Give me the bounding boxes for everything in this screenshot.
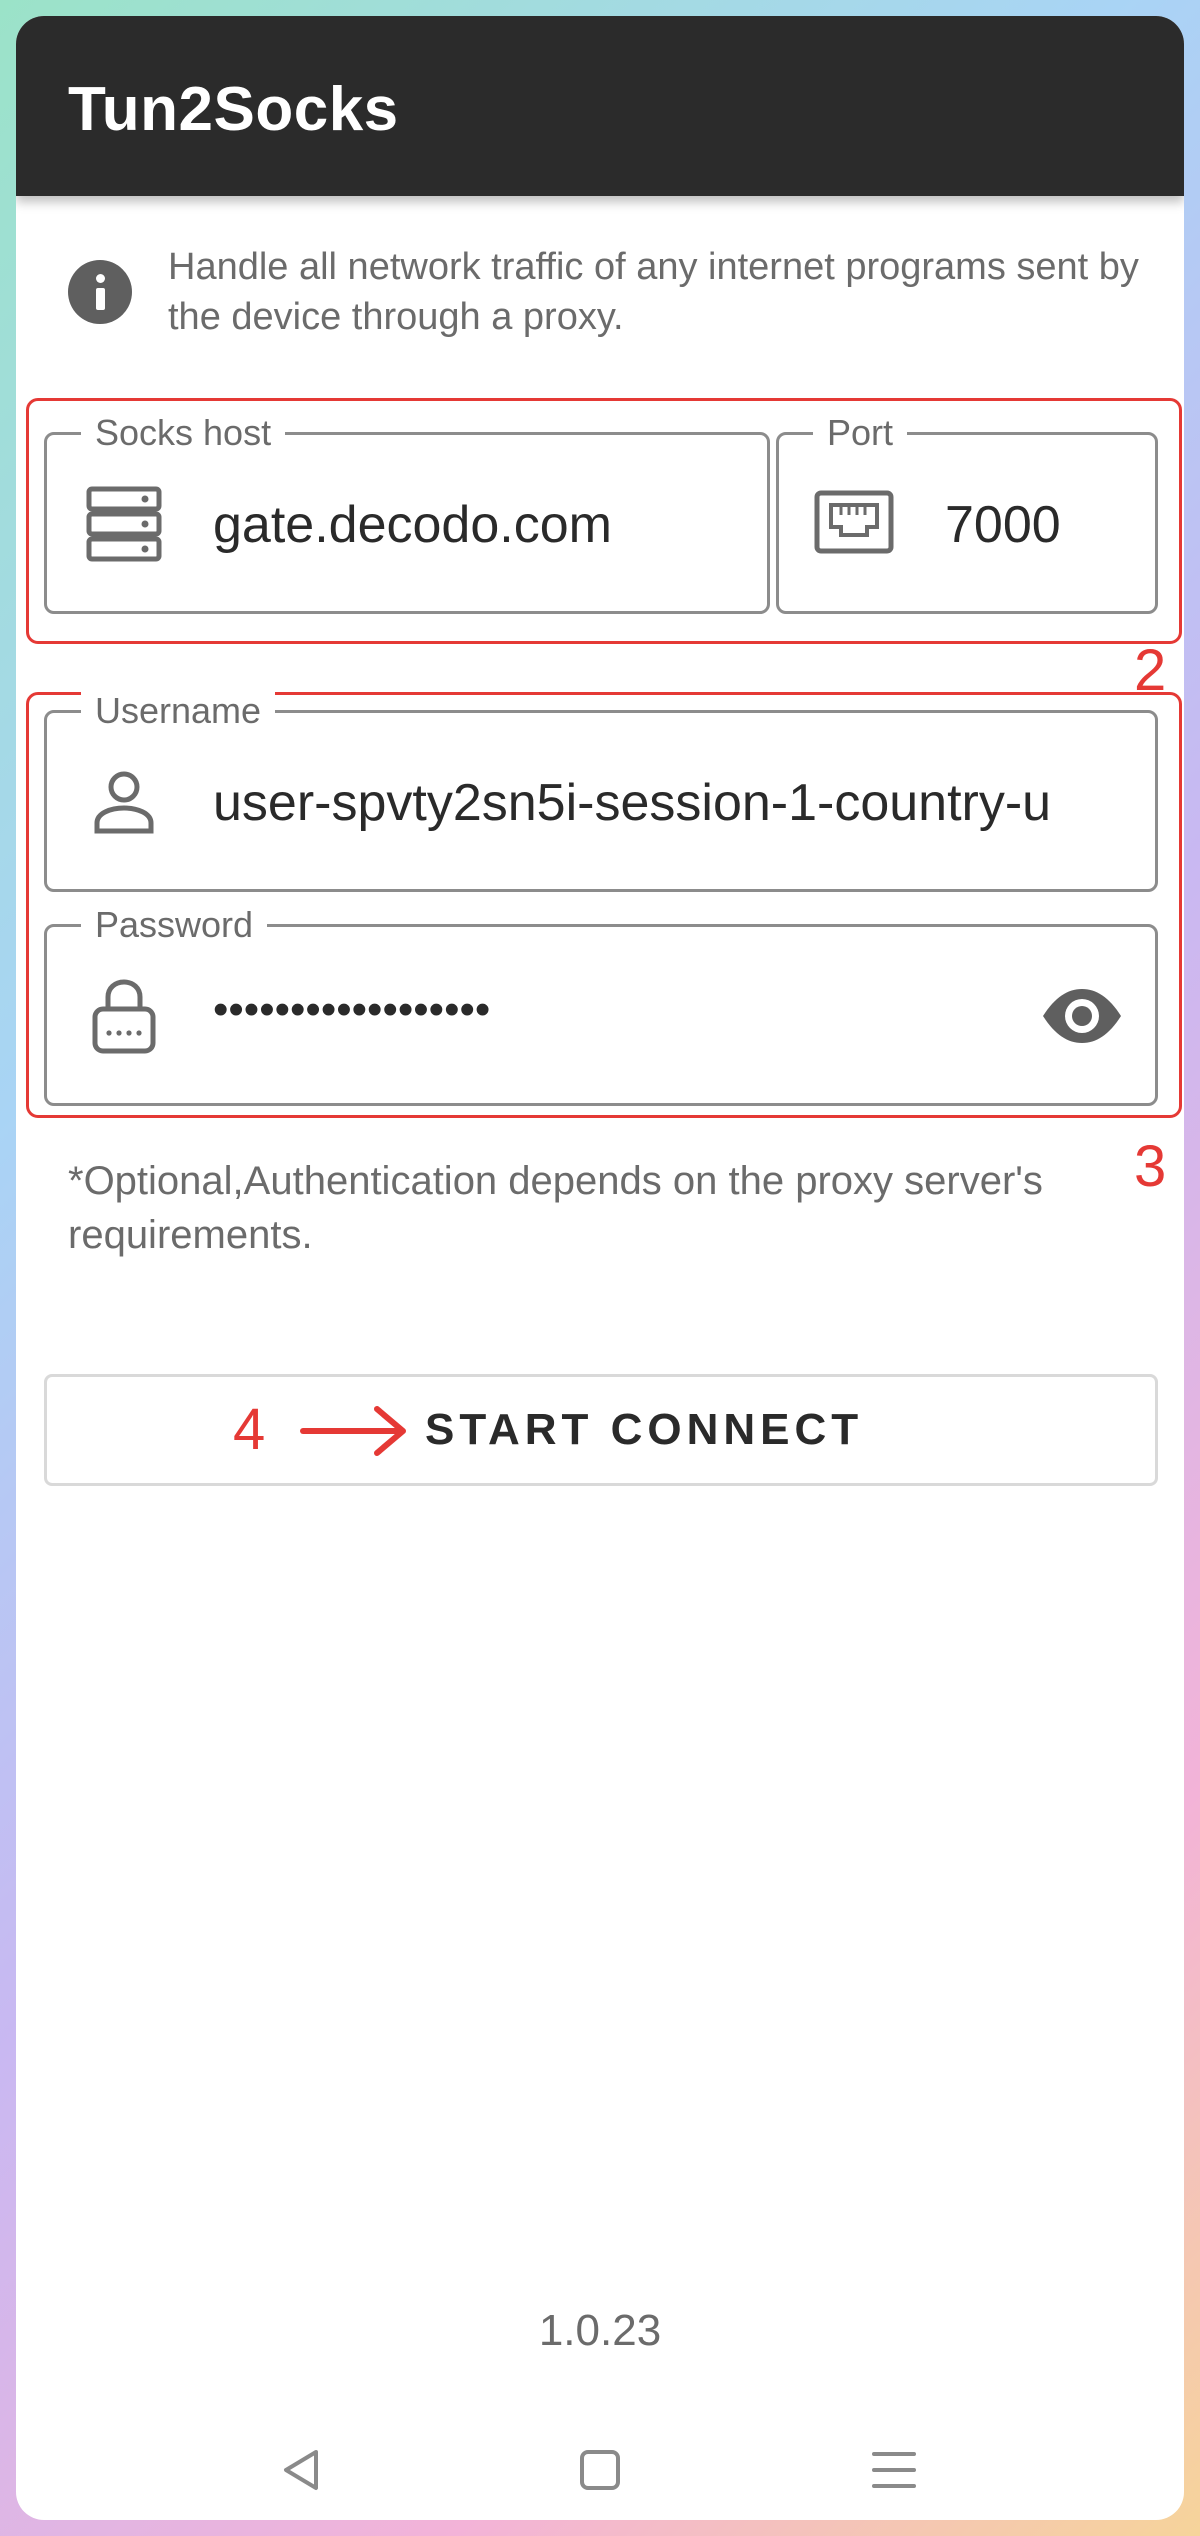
version-label: 1.0.23 <box>538 2306 662 2355</box>
eye-icon[interactable] <box>1037 971 1127 1061</box>
back-triangle-icon[interactable] <box>272 2440 332 2500</box>
server-icon <box>86 486 162 562</box>
home-square-icon[interactable] <box>570 2440 630 2500</box>
start-connect-label: START CONNECT <box>425 1405 864 1454</box>
phone-screen: Tun2Socks Handle all network traffic of … <box>16 16 1184 2520</box>
port-input[interactable]: 7000 <box>945 495 1135 555</box>
socks-host-input[interactable]: gate.decodo.com <box>213 495 753 555</box>
start-connect-button[interactable]: 4 START CONNECT <box>44 1374 1158 1486</box>
socks-host-field[interactable]: Socks host gate.decodo.com <box>44 409 770 614</box>
socks-host-label: Socks host <box>81 409 286 457</box>
password-field[interactable]: Password •••••••••••••••••• <box>44 901 1158 1106</box>
username-label: Username <box>81 687 276 735</box>
app-title: Tun2Socks <box>68 75 399 144</box>
lock-icon <box>92 979 156 1054</box>
info-icon <box>68 260 132 324</box>
annotation-number-4: 4 <box>233 1397 266 1462</box>
username-field[interactable]: Username user-spvty2sn5i-session-1-count… <box>44 687 1158 892</box>
arrow-right-icon <box>300 1406 406 1456</box>
app-bar: Tun2Socks <box>16 16 1184 196</box>
port-label: Port <box>813 409 908 457</box>
password-label: Password <box>81 901 268 949</box>
port-field[interactable]: Port 7000 <box>776 409 1158 614</box>
username-input[interactable]: user-spvty2sn5i-session-1-country-u <box>213 773 1147 833</box>
password-input[interactable]: •••••••••••••••••• <box>213 985 993 1035</box>
auth-helper-text: *Optional,Authentication depends on the … <box>68 1159 1043 1257</box>
menu-lines-icon[interactable] <box>864 2440 924 2500</box>
annotation-number-3: 3 <box>1134 1134 1167 1199</box>
info-description: Handle all network traffic of any intern… <box>168 246 1139 338</box>
system-nav-bar <box>16 2426 1184 2516</box>
person-icon <box>94 771 154 834</box>
ethernet-port-icon <box>814 490 894 554</box>
